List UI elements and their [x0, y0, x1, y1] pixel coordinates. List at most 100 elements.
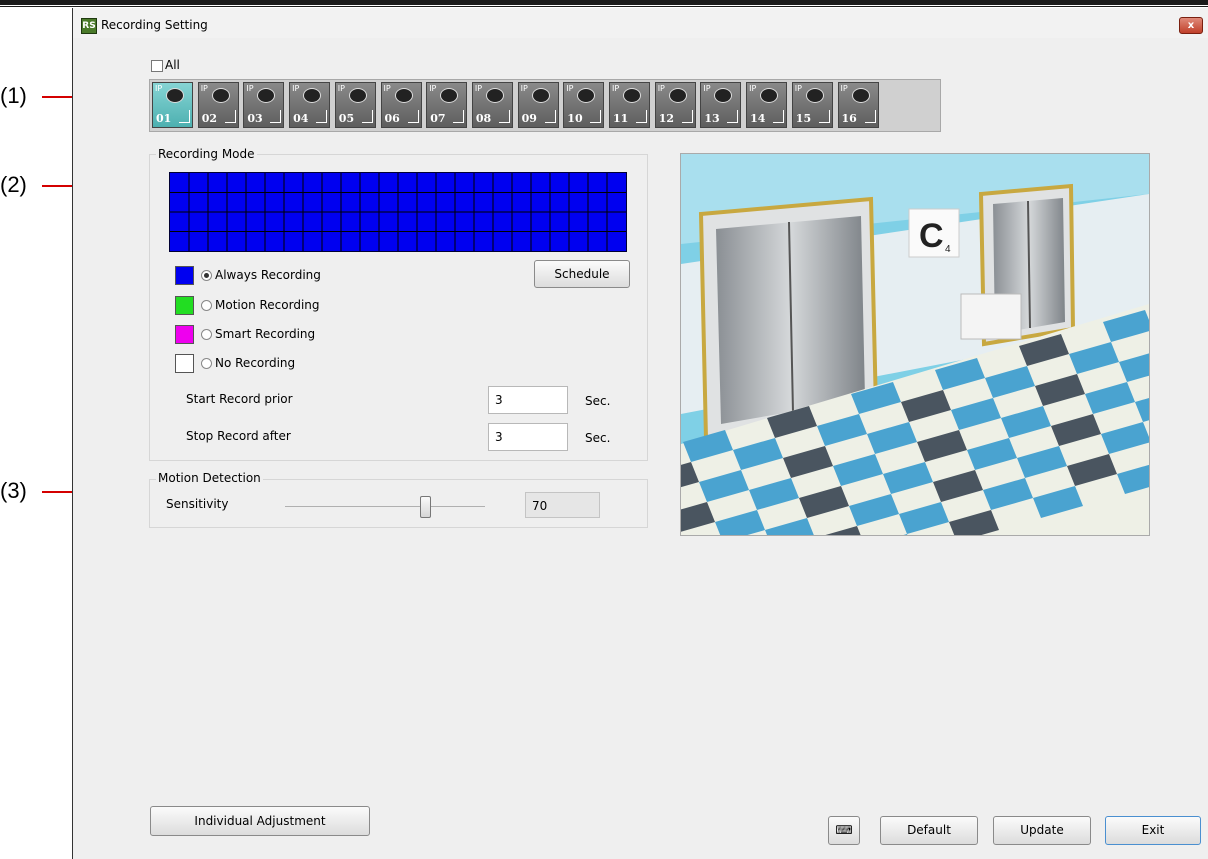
- camera-mount-icon: [681, 110, 693, 123]
- camera-icon: [851, 88, 870, 103]
- camera-ip-badge: IP: [429, 84, 437, 93]
- recording-setting-window: RS Recording Setting x All IP 01 IP 02 IP 03 I…: [72, 8, 1208, 859]
- camera-tile-10[interactable]: IP 10: [563, 82, 605, 128]
- default-button[interactable]: Default: [880, 816, 978, 845]
- camera-number: 12: [658, 112, 674, 125]
- camera-tile-06[interactable]: IP 06: [380, 82, 422, 128]
- top-border: [0, 0, 1208, 5]
- camera-preview: C 4: [680, 153, 1150, 536]
- motion-color-swatch: [175, 296, 194, 315]
- camera-tile-09[interactable]: IP 09: [517, 82, 559, 128]
- camera-mount-icon: [773, 110, 785, 123]
- camera-number: 08: [475, 112, 492, 125]
- camera-tile-04[interactable]: IP 04: [289, 82, 331, 128]
- close-button[interactable]: x: [1179, 17, 1203, 34]
- camera-icon: [485, 88, 504, 103]
- camera-tile-11[interactable]: IP 11: [609, 82, 650, 128]
- start-prior-label: Start Record prior: [186, 392, 293, 406]
- camera-ip-badge: IP: [246, 84, 254, 93]
- none-radio[interactable]: [201, 358, 212, 369]
- keyboard-button[interactable]: ⌨: [828, 816, 860, 845]
- top-border-thin: [0, 6, 1208, 7]
- preview-sign-text: C: [919, 217, 944, 255]
- exit-button[interactable]: Exit: [1105, 816, 1201, 845]
- none-label: No Recording: [215, 356, 296, 370]
- mode-always[interactable]: Always Recording: [175, 266, 375, 286]
- camera-number: 05: [338, 112, 355, 125]
- camera-ip-badge: IP: [657, 84, 665, 93]
- camera-mount-icon: [544, 110, 556, 123]
- recording-mode-title: Recording Mode: [156, 147, 257, 161]
- camera-tile-13[interactable]: IP 13: [700, 82, 742, 128]
- camera-tile-07[interactable]: IP 07: [426, 82, 468, 128]
- camera-ip-badge: IP: [474, 84, 483, 93]
- camera-number: 04: [293, 112, 309, 125]
- camera-number: 11: [613, 112, 629, 125]
- camera-mount-icon: [727, 110, 739, 123]
- camera-mount-icon: [179, 110, 190, 123]
- camera-tile-05[interactable]: IP 05: [334, 82, 376, 128]
- camera-icon: [577, 88, 596, 103]
- camera-number: 09: [521, 112, 537, 125]
- camera-mount-icon: [818, 110, 830, 123]
- camera-number: 14: [750, 112, 766, 125]
- camera-ip-badge: IP: [794, 84, 802, 93]
- mode-none[interactable]: No Recording: [175, 354, 375, 374]
- smart-radio[interactable]: [201, 329, 212, 340]
- camera-ip-badge: IP: [612, 84, 620, 93]
- camera-ip-badge: IP: [337, 84, 345, 93]
- schedule-grid[interactable]: [169, 172, 627, 252]
- keyboard-icon: ⌨: [835, 823, 853, 837]
- motion-radio[interactable]: [201, 300, 212, 311]
- camera-mount-icon: [270, 110, 282, 123]
- all-checkbox[interactable]: All: [151, 58, 180, 72]
- camera-tile-14[interactable]: IP 14: [746, 82, 788, 128]
- stop-after-input[interactable]: 3: [488, 423, 568, 451]
- camera-icon: [805, 88, 824, 103]
- schedule-button[interactable]: Schedule: [534, 260, 630, 288]
- camera-number: 15: [795, 112, 812, 125]
- camera-number: 16: [841, 112, 857, 125]
- camera-number: 13: [704, 112, 720, 125]
- camera-tile-15[interactable]: IP 15: [791, 82, 833, 128]
- mode-smart[interactable]: Smart Recording: [175, 325, 375, 345]
- sensitivity-slider-thumb[interactable]: [420, 496, 431, 518]
- camera-icon: [760, 88, 779, 103]
- camera-tile-01[interactable]: IP 01: [152, 82, 193, 128]
- always-radio[interactable]: [201, 270, 212, 281]
- start-prior-input[interactable]: 3: [488, 386, 568, 414]
- camera-mount-icon: [224, 110, 236, 123]
- sensitivity-value: 70: [525, 492, 600, 518]
- sensitivity-slider-track[interactable]: [285, 506, 485, 507]
- camera-tile-08[interactable]: IP 08: [471, 82, 513, 128]
- annotation-3: (3): [0, 478, 27, 503]
- annotation-1: (1): [0, 83, 27, 108]
- camera-tile-16[interactable]: IP 16: [837, 82, 879, 128]
- mode-motion[interactable]: Motion Recording: [175, 296, 375, 316]
- stop-after-unit: Sec.: [585, 431, 611, 445]
- camera-icon: [623, 88, 641, 103]
- camera-mount-icon: [636, 110, 647, 123]
- camera-tile-03[interactable]: IP 03: [243, 82, 285, 128]
- sensitivity-label: Sensitivity: [166, 497, 229, 511]
- camera-number: 01: [156, 112, 172, 125]
- all-checkbox-box[interactable]: [151, 59, 163, 72]
- all-checkbox-label: All: [165, 58, 180, 72]
- camera-mount-icon: [453, 110, 465, 123]
- camera-number: 10: [567, 112, 583, 125]
- camera-icon: [211, 88, 230, 103]
- annotation-2: (2): [0, 172, 27, 197]
- individual-adjustment-button[interactable]: Individual Adjustment: [150, 806, 370, 836]
- camera-tile-12[interactable]: IP 12: [654, 82, 696, 128]
- always-label: Always Recording: [215, 268, 321, 282]
- update-button[interactable]: Update: [993, 816, 1091, 845]
- camera-mount-icon: [361, 110, 373, 123]
- camera-icon: [257, 88, 276, 103]
- smart-color-swatch: [175, 325, 194, 344]
- camera-tile-02[interactable]: IP 02: [197, 82, 239, 128]
- camera-ip-badge: IP: [703, 84, 711, 93]
- camera-selector: IP 01 IP 02 IP 03 IP 04 IP 05 IP 06 IP 07 IP 08 IP 09 IP 10…: [149, 79, 941, 132]
- window-title: Recording Setting: [101, 18, 208, 32]
- camera-preview-image: C 4: [681, 154, 1149, 535]
- camera-mount-icon: [498, 110, 510, 123]
